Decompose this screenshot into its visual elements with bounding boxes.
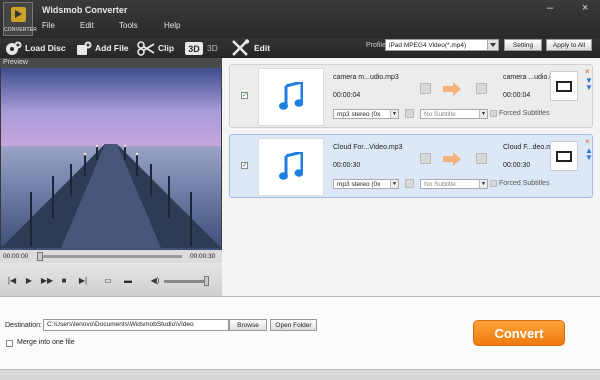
seek-track[interactable]: [40, 255, 182, 258]
arrow-down-icon[interactable]: ▼: [585, 154, 593, 162]
seek-handle[interactable]: [37, 252, 43, 261]
app-logo: CONVERTER: [3, 2, 37, 36]
playback-controls: |◀ ▶ ▶▶ ■ ▶| ▭ ▬ ◀): [0, 263, 222, 296]
forced-subtitles-label: Forced Subtitles: [499, 110, 550, 117]
edit-label: Edit: [254, 43, 271, 53]
output-duration: 00:00:04: [503, 92, 531, 99]
menu-edit[interactable]: Edit: [80, 21, 119, 30]
load-disc-button[interactable]: Load Disc: [5, 38, 66, 58]
audio-icon: [420, 153, 431, 164]
audio-track-select[interactable]: mp3 stereo (0x ▼: [333, 109, 399, 119]
current-time: 00:00:00: [3, 253, 29, 260]
music-note-icon: [279, 152, 303, 180]
row-checkbox[interactable]: ✓: [241, 162, 248, 169]
merge-checkbox[interactable]: [6, 340, 13, 347]
next-icon[interactable]: ▶|: [78, 275, 88, 285]
arrow-down-icon[interactable]: ▼: [585, 84, 593, 92]
subtitle-icon: [405, 109, 414, 118]
svg-text:3D: 3D: [188, 44, 200, 54]
subtitle-icon: [405, 179, 414, 188]
source-duration: 00:00:04: [333, 92, 361, 99]
audio-icon: [476, 153, 487, 164]
audio-icon: [420, 83, 431, 94]
setting-button[interactable]: Setting: [504, 39, 542, 51]
folder-icon[interactable]: ▬: [123, 275, 133, 285]
menu-tools[interactable]: Tools: [119, 21, 164, 30]
subtitle-select[interactable]: No Subtitle ▼: [420, 179, 488, 189]
chevron-down-icon: ▼: [390, 110, 398, 118]
file-thumbnail: [258, 68, 324, 126]
open-folder-button[interactable]: Open Folder: [270, 319, 317, 331]
add-film-icon: [77, 41, 92, 55]
status-bar: [0, 369, 600, 380]
audio-track-select[interactable]: mp3 stereo (0x ▼: [333, 179, 399, 189]
pier-scene-image: [1, 68, 221, 250]
volume-icon[interactable]: ◀): [150, 275, 160, 285]
minimize-button[interactable]: –: [547, 3, 553, 14]
load-disc-label: Load Disc: [25, 43, 66, 53]
forced-subtitle-checkbox[interactable]: [490, 110, 497, 117]
forced-subtitles-label: Forced Subtitles: [499, 180, 550, 187]
total-time: 00:00:30: [190, 253, 216, 260]
source-file-name: Cloud For...Video.mp3: [333, 144, 403, 151]
app-title: Widsmob Converter: [42, 5, 128, 15]
close-button[interactable]: ×: [582, 3, 588, 14]
tools-icon: [232, 39, 250, 56]
3d-label: 3D: [207, 43, 218, 53]
browse-button[interactable]: Browse: [229, 319, 267, 331]
audio-icon: [476, 83, 487, 94]
source-file-name: camera m...udio.mp3: [333, 74, 399, 81]
menu-bar: File Edit Tools Help: [42, 21, 180, 30]
output-format-icon[interactable]: [550, 141, 578, 171]
forced-subtitle-checkbox[interactable]: [490, 180, 497, 187]
clip-button[interactable]: Clip: [137, 38, 174, 58]
stop-icon[interactable]: ■: [59, 275, 69, 285]
destination-label: Destination:: [5, 322, 42, 329]
convert-arrow-icon: [443, 82, 461, 96]
scissors-icon: [137, 40, 155, 56]
seek-bar-row: 00:00:00 00:00:30: [0, 250, 222, 263]
preview-heading: Preview: [0, 58, 222, 68]
output-settings-panel: Destination: C:\Users\lenovo\Documents\W…: [0, 296, 600, 369]
previous-icon[interactable]: |◀: [7, 275, 17, 285]
destination-input[interactable]: C:\Users\lenovo\Documents\WidsmobStudio\…: [43, 319, 229, 331]
file-thumbnail: [258, 138, 324, 196]
convert-button[interactable]: Convert: [473, 320, 565, 346]
chevron-down-icon: ▼: [479, 110, 487, 118]
volume-handle[interactable]: [203, 276, 209, 286]
source-duration: 00:00:30: [333, 162, 361, 169]
3d-icon: 3D: [185, 41, 203, 55]
chevron-down-icon: ▼: [479, 180, 487, 188]
edit-button[interactable]: Edit: [231, 38, 270, 58]
chevron-down-icon: ▼: [390, 180, 398, 188]
menu-file[interactable]: File: [42, 21, 80, 30]
menu-help[interactable]: Help: [164, 21, 180, 30]
file-row[interactable]: ✓ Cloud For...Video.mp3 00:00:30 Cloud F…: [229, 134, 593, 198]
remove-icon[interactable]: ×: [585, 138, 590, 146]
profile-dropdown[interactable]: iPad MPEG4 Video(*.mp4): [385, 39, 499, 51]
film-icon: [11, 7, 26, 22]
apply-to-all-button[interactable]: Apply to All: [546, 39, 592, 51]
subtitle-select[interactable]: No Subtitle ▼: [420, 109, 488, 119]
snapshot-icon[interactable]: ▭: [103, 275, 113, 285]
output-format-icon[interactable]: [550, 71, 578, 101]
play-icon[interactable]: ▶: [24, 275, 34, 285]
add-file-button[interactable]: Add File: [76, 38, 129, 58]
music-note-icon: [279, 82, 303, 110]
file-list: ✓ camera m...udio.mp3 00:00:04 camera ..…: [222, 58, 600, 296]
volume-slider[interactable]: [164, 280, 208, 283]
clip-label: Clip: [158, 43, 175, 53]
title-bar: CONVERTER Widsmob Converter File Edit To…: [0, 0, 600, 38]
remove-icon[interactable]: ×: [585, 68, 590, 76]
3d-button[interactable]: 3D 3D: [184, 38, 218, 58]
merge-label: Merge into one file: [17, 339, 75, 346]
disc-icon: [6, 41, 22, 55]
chevron-down-icon: [487, 40, 498, 50]
convert-arrow-icon: [443, 152, 461, 166]
add-file-label: Add File: [95, 43, 129, 53]
fast-forward-icon[interactable]: ▶▶: [41, 275, 53, 285]
file-row[interactable]: ✓ camera m...udio.mp3 00:00:04 camera ..…: [229, 64, 593, 128]
output-duration: 00:00:30: [503, 162, 531, 169]
row-checkbox[interactable]: ✓: [241, 92, 248, 99]
